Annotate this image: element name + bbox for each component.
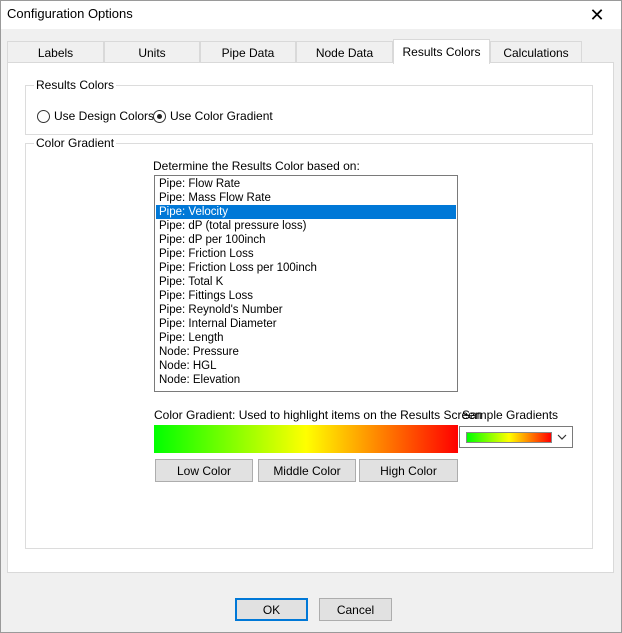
list-item[interactable]: Node: Pressure — [156, 345, 456, 359]
list-item[interactable]: Pipe: Mass Flow Rate — [156, 191, 456, 205]
middle-color-button[interactable]: Middle Color — [258, 459, 356, 482]
low-color-button[interactable]: Low Color — [155, 459, 253, 482]
close-button[interactable]: ✕ — [577, 1, 617, 29]
tab-pipe-data[interactable]: Pipe Data — [200, 41, 296, 63]
list-item[interactable]: Pipe: Internal Diameter — [156, 317, 456, 331]
design-colors-label: Use Design Colors — [54, 109, 155, 123]
sample-gradients-dropdown[interactable] — [459, 426, 573, 448]
sample-gradients-label: Sample Gradients — [462, 408, 559, 422]
gradient-caption: Color Gradient: Used to highlight items … — [154, 408, 482, 422]
ok-button[interactable]: OK — [235, 598, 308, 621]
list-item[interactable]: Pipe: Total K — [156, 275, 456, 289]
list-item[interactable]: Pipe: dP (total pressure loss) — [156, 219, 456, 233]
results-colors-group: Results Colors Use Design Colors Use Col… — [25, 78, 593, 135]
tab-node-data[interactable]: Node Data — [296, 41, 393, 63]
list-item[interactable]: Pipe: Friction Loss per 100inch — [156, 261, 456, 275]
tab-panel-results-colors: Results Colors Use Design Colors Use Col… — [7, 62, 614, 573]
use-color-gradient-option[interactable]: Use Color Gradient — [153, 109, 273, 123]
chevron-down-icon — [557, 434, 567, 440]
list-item[interactable]: Pipe: Flow Rate — [156, 177, 456, 191]
list-prompt: Determine the Results Color based on: — [153, 159, 360, 173]
tab-calculations[interactable]: Calculations — [490, 41, 582, 63]
list-item[interactable]: Node: HGL — [156, 359, 456, 373]
list-item-selected[interactable]: Pipe: Velocity — [156, 205, 456, 219]
use-design-colors-option[interactable]: Use Design Colors — [37, 109, 154, 123]
list-item[interactable]: Pipe: Length — [156, 331, 456, 345]
tab-units[interactable]: Units — [104, 41, 200, 63]
list-item[interactable]: Node: Elevation — [156, 373, 456, 387]
title-bar: Configuration Options ✕ — [1, 1, 621, 29]
results-colors-group-label: Results Colors — [34, 78, 117, 92]
list-item[interactable]: Pipe: Fittings Loss — [156, 289, 456, 303]
configuration-dialog: Configuration Options ✕ Labels Units Pip… — [0, 0, 622, 633]
close-icon: ✕ — [589, 4, 605, 25]
sample-gradient-swatch — [466, 432, 552, 443]
tab-strip: Labels Units Pipe Data Node Data Results… — [7, 39, 617, 64]
list-item[interactable]: Pipe: dP per 100inch — [156, 233, 456, 247]
high-color-button[interactable]: High Color — [359, 459, 458, 482]
tab-labels[interactable]: Labels — [7, 41, 104, 63]
color-gradient-label: Use Color Gradient — [170, 109, 273, 123]
list-item[interactable]: Pipe: Friction Loss — [156, 247, 456, 261]
design-colors-radio[interactable] — [37, 109, 50, 123]
window-title: Configuration Options — [7, 6, 133, 21]
color-gradient-group-label: Color Gradient — [34, 136, 117, 150]
color-gradient-radio[interactable] — [153, 109, 166, 123]
tab-results-colors[interactable]: Results Colors — [393, 39, 490, 64]
results-basis-listbox[interactable]: Pipe: Flow Rate Pipe: Mass Flow Rate Pip… — [154, 175, 458, 392]
list-item[interactable]: Pipe: Reynold's Number — [156, 303, 456, 317]
cancel-button[interactable]: Cancel — [319, 598, 392, 621]
gradient-preview-bar — [154, 425, 458, 453]
